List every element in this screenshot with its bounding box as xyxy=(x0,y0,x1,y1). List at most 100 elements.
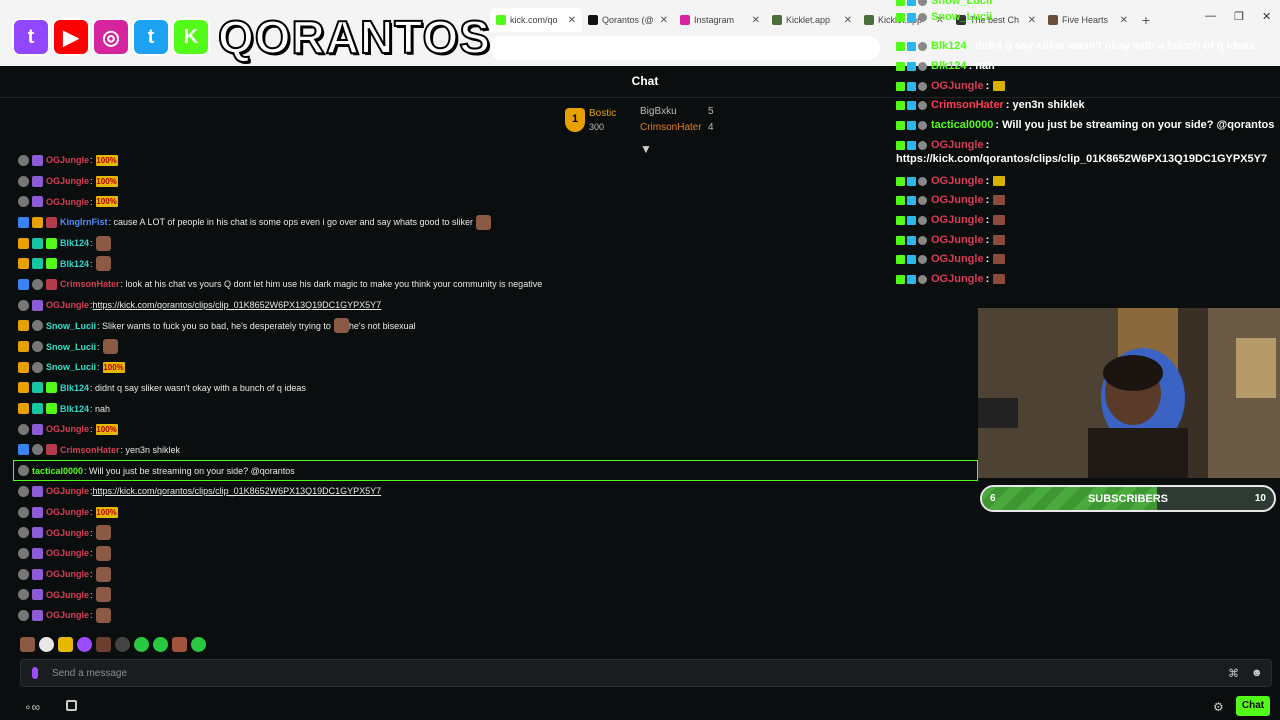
kick-badge-icon xyxy=(896,195,905,205)
user-badge-icon xyxy=(32,547,43,559)
browser-tab[interactable]: kick.com/qo ✕ xyxy=(490,8,582,32)
browser-tab[interactable]: Kicklet.app ✕ xyxy=(766,8,858,32)
chat-username[interactable]: OGJungle xyxy=(46,155,89,165)
chat-message-text: : cause A LOT of people in his chat is s… xyxy=(108,217,474,228)
chat-username[interactable]: OGJungle xyxy=(46,197,89,207)
leader-first-name[interactable]: Bostic xyxy=(589,108,616,119)
chat-title: Chat xyxy=(631,74,659,88)
user-badge-icon xyxy=(18,485,29,497)
user-badge-icon xyxy=(32,196,43,208)
user-badge-icon xyxy=(907,235,916,245)
user-badge-icon xyxy=(32,527,43,539)
chat-input-placeholder: Send a message xyxy=(52,668,128,679)
chat-username[interactable]: Snow_Lucii xyxy=(46,362,96,372)
chat-username[interactable]: Snow_Lucii xyxy=(46,321,96,331)
chat-username[interactable]: Blk124 xyxy=(60,404,89,414)
chat-username[interactable]: OGJungle xyxy=(46,569,89,579)
emote-icon[interactable] xyxy=(191,637,206,652)
chat-message: KingIrnFist: cause A LOT of people in hi… xyxy=(18,212,978,233)
tab-close-icon[interactable]: ✕ xyxy=(844,15,852,26)
chat-message: Snow_Lucii: Sliker wants to fuck you so … xyxy=(18,316,978,337)
chat-message: OGJungle: 100% xyxy=(18,171,978,192)
emote-icon[interactable] xyxy=(134,637,149,652)
browser-tab[interactable]: Instagram ✕ xyxy=(674,8,766,32)
emote-icon[interactable] xyxy=(172,637,187,652)
subscriber-goal-bar: 6 SUBSCRIBERS 10 xyxy=(980,485,1276,512)
overlay-username: tactical0000 xyxy=(931,119,994,131)
clip-link[interactable]: https://kick.com/qorantos/clips/clip_01K… xyxy=(93,300,382,310)
browser-tab-label: Instagram xyxy=(694,15,735,25)
emote-icon[interactable] xyxy=(153,637,168,652)
chat-username[interactable]: Snow_Lucii xyxy=(46,342,96,352)
emote-icon[interactable] xyxy=(58,637,73,652)
user-badge-icon xyxy=(32,485,43,497)
user-badge-icon xyxy=(18,320,29,332)
emote-icon xyxy=(95,235,111,251)
chat-username[interactable]: OGJungle xyxy=(46,590,89,600)
address-bar[interactable] xyxy=(490,36,880,60)
tab-favicon-icon xyxy=(680,15,690,25)
chat-username[interactable]: tactical0000 xyxy=(32,466,83,476)
emote-icon[interactable] xyxy=(115,637,130,652)
user-badge-icon xyxy=(46,403,57,415)
chat-username[interactable]: OGJungle xyxy=(46,176,89,186)
hundred-percent-emote: 100% xyxy=(95,196,118,208)
chat-message-text: : yen3n shiklek xyxy=(120,444,181,455)
user-badge-icon xyxy=(18,154,29,166)
kick-badge-icon xyxy=(896,61,905,71)
tab-favicon-icon xyxy=(864,15,874,25)
chat-username[interactable]: OGJungle xyxy=(46,300,89,310)
browser-tab[interactable]: Qorantos (@ ✕ xyxy=(582,8,674,32)
chat-username[interactable]: KingIrnFist xyxy=(60,217,108,227)
emote-icon[interactable] xyxy=(39,637,54,652)
chat-username[interactable]: OGJungle xyxy=(46,424,89,434)
chat-username[interactable]: OGJungle xyxy=(46,486,89,496)
send-chat-button[interactable]: Chat xyxy=(1236,696,1270,716)
tab-close-icon[interactable]: ✕ xyxy=(752,15,760,26)
leader-third-name[interactable]: CrimsonHater xyxy=(640,122,702,133)
tab-close-icon[interactable]: ✕ xyxy=(568,15,576,26)
chat-message: Blk124: xyxy=(18,253,978,274)
chat-username[interactable]: Blk124 xyxy=(60,259,89,269)
points-icon[interactable]: ∘∞ xyxy=(24,700,40,714)
store-icon[interactable] xyxy=(66,700,77,711)
overlay-message-text: : xyxy=(985,194,990,206)
kick-badge-icon xyxy=(896,254,905,264)
microphone-icon[interactable] xyxy=(32,667,38,679)
emote-icon[interactable] xyxy=(77,637,92,652)
user-badge-icon xyxy=(32,506,43,518)
overlay-username: Snow_Lucii xyxy=(931,11,993,23)
user-badge-icon xyxy=(18,175,29,187)
chat-username[interactable]: OGJungle xyxy=(46,548,89,558)
settings-gear-icon[interactable]: ⚙ xyxy=(1213,700,1224,714)
leader-first-value: 300 xyxy=(589,122,605,132)
chat-input[interactable] xyxy=(20,659,1272,687)
user-badge-icon xyxy=(18,609,29,621)
emote-icon xyxy=(476,214,492,230)
chat-username[interactable]: OGJungle xyxy=(46,528,89,538)
emote-icon xyxy=(333,318,349,334)
chat-username[interactable]: CrimsonHater xyxy=(60,279,120,289)
emoji-picker-icon[interactable]: ☻ xyxy=(1251,667,1263,679)
overlay-chat-message: Blk124: nah xyxy=(896,57,995,75)
kick-badge-icon xyxy=(896,0,905,6)
emote-icon[interactable] xyxy=(20,637,35,652)
subscriber-goal-label: SUBSCRIBERS xyxy=(1087,493,1169,505)
chat-username[interactable]: OGJungle xyxy=(46,610,89,620)
user-badge-icon xyxy=(18,506,29,518)
leader-second-name[interactable]: BigBxku xyxy=(640,106,677,117)
chat-username[interactable]: Blk124 xyxy=(60,238,89,248)
chat-username[interactable]: OGJungle xyxy=(46,507,89,517)
user-badge-icon xyxy=(907,195,916,205)
emote-icon xyxy=(95,587,111,603)
hundred-percent-emote: 100% xyxy=(95,154,118,166)
kick-badge-icon xyxy=(896,81,905,91)
emote-icon xyxy=(993,235,1006,245)
chat-username[interactable]: Blk124 xyxy=(60,383,89,393)
command-icon[interactable]: ⌘ xyxy=(1228,667,1239,680)
tab-close-icon[interactable]: ✕ xyxy=(660,15,668,26)
streamer-brand-logo: QORANTOS xyxy=(217,10,491,64)
clip-link[interactable]: https://kick.com/qorantos/clips/clip_01K… xyxy=(93,486,382,496)
emote-icon[interactable] xyxy=(96,637,111,652)
chat-username[interactable]: CrimsonHater xyxy=(60,445,120,455)
